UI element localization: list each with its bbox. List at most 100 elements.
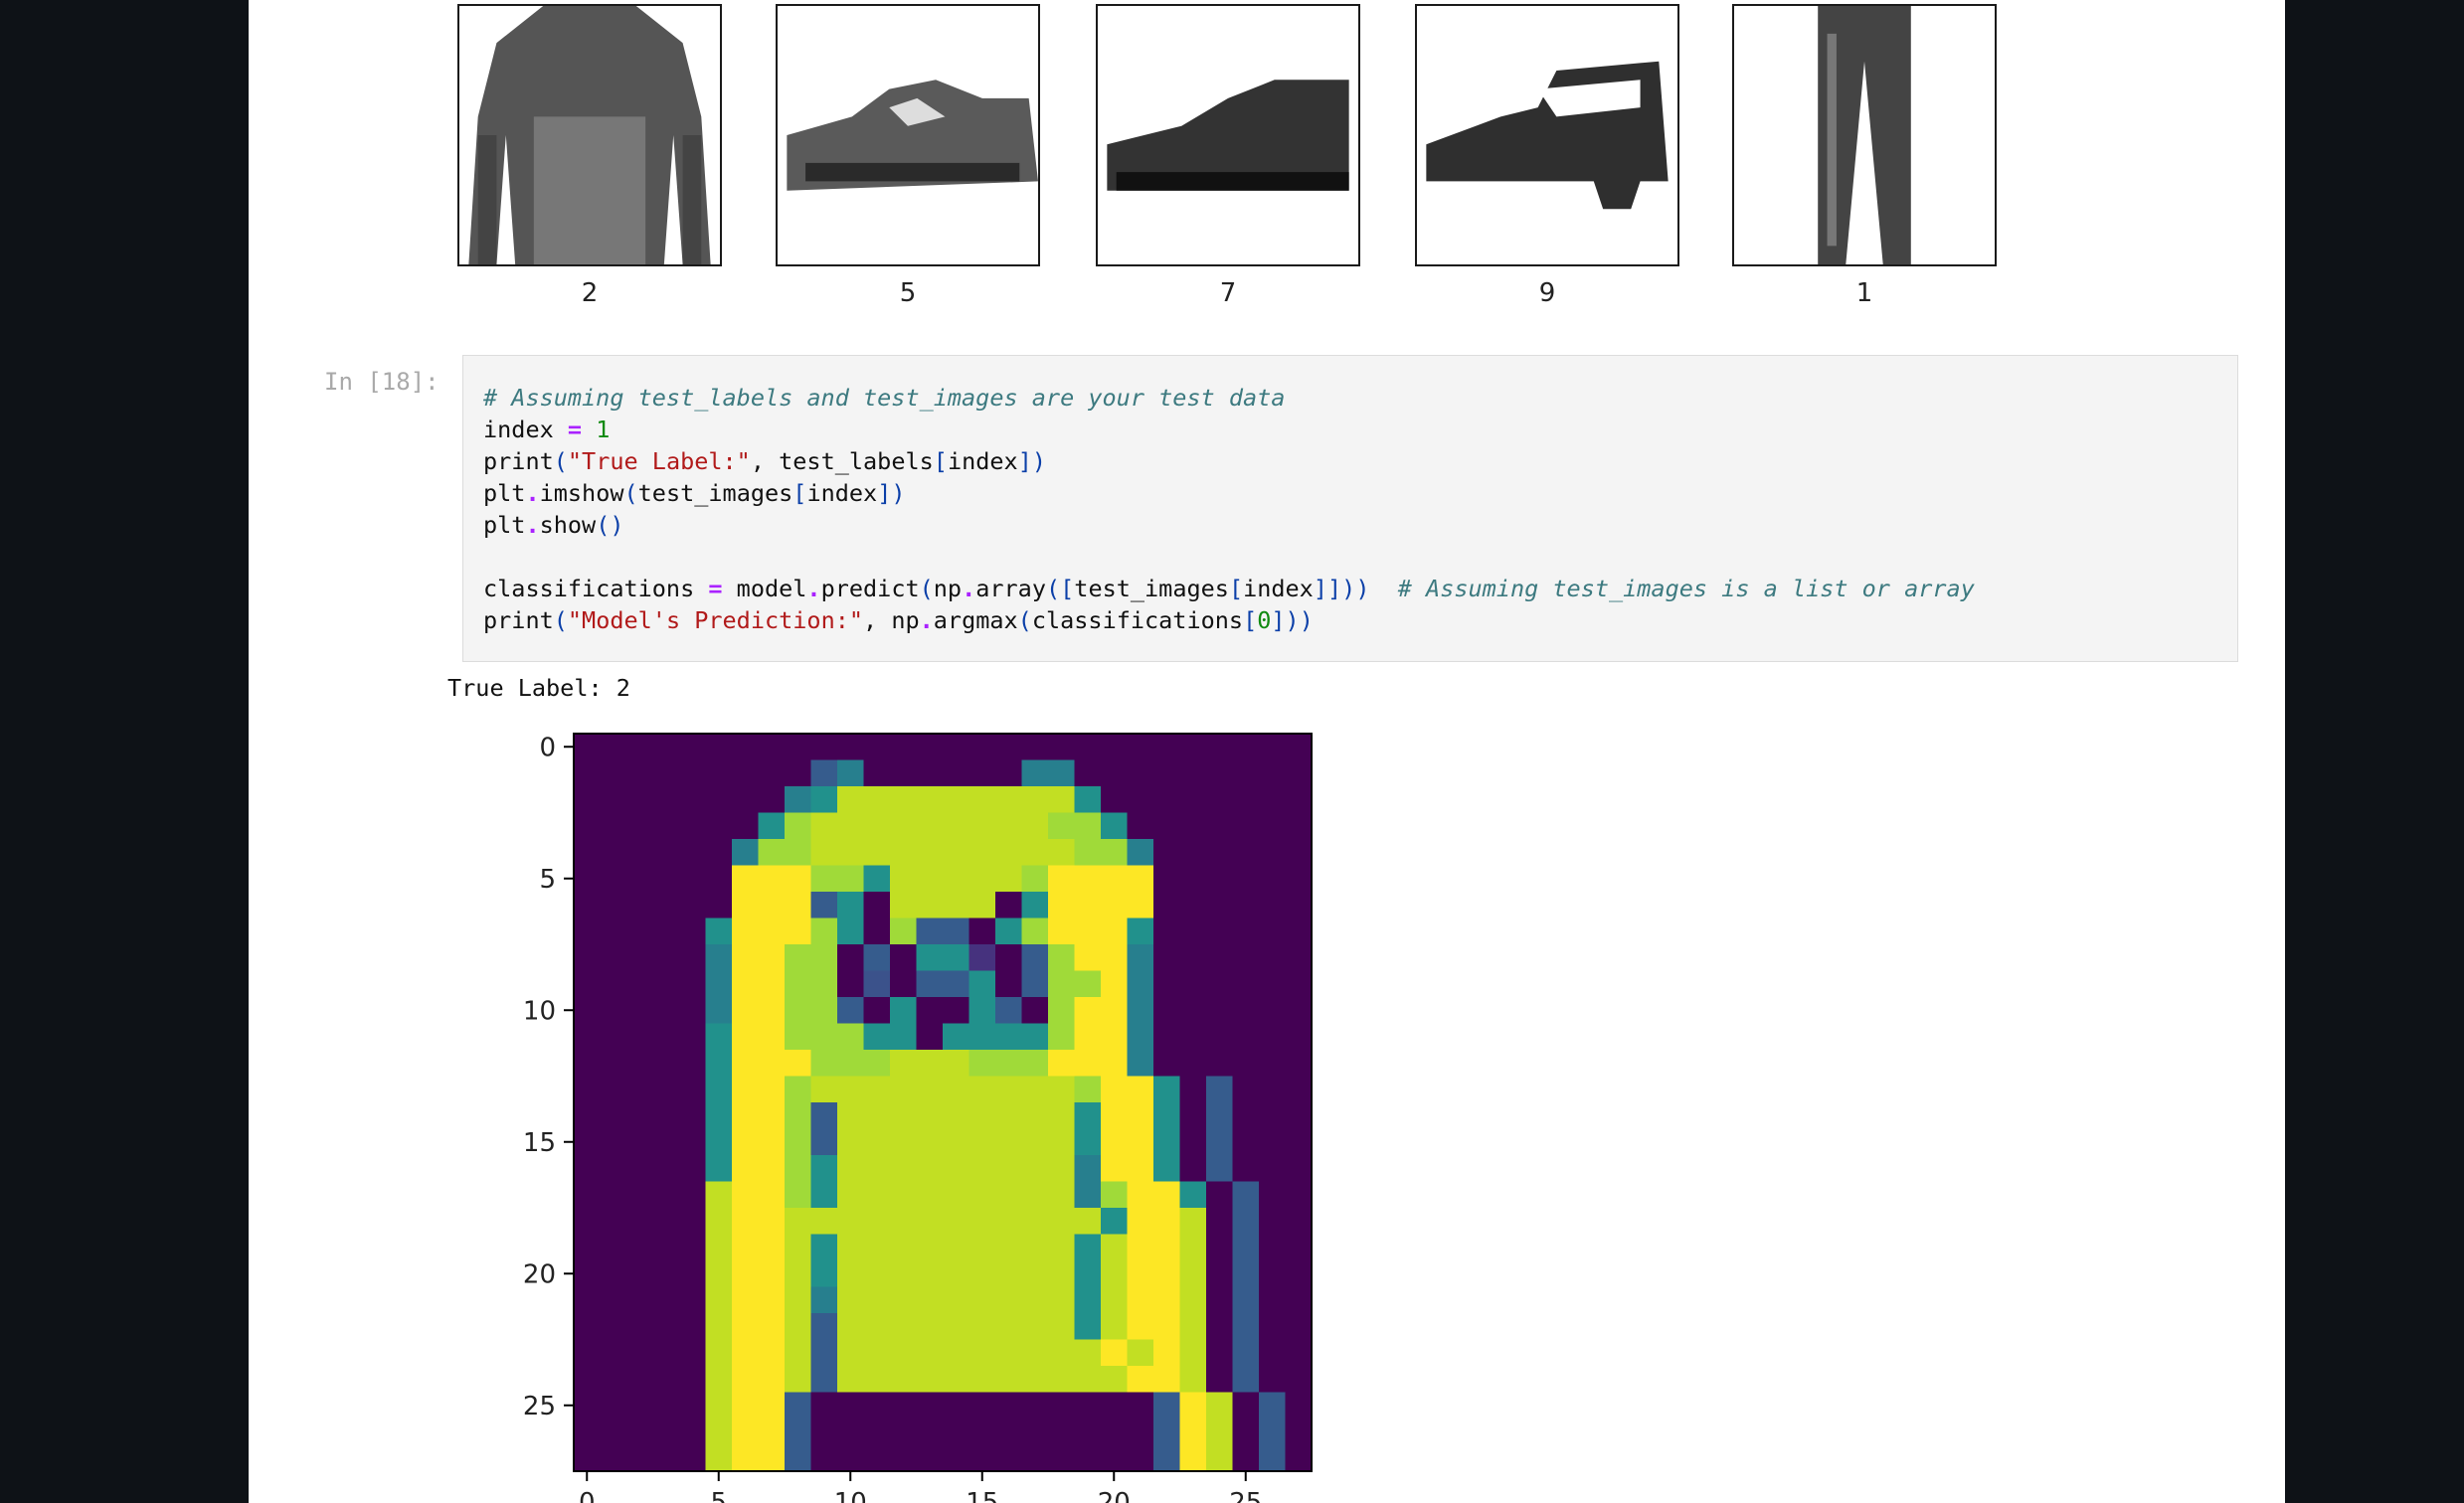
heatmap-cell xyxy=(1285,839,1313,867)
heatmap-cell xyxy=(732,1392,760,1420)
heatmap-cell xyxy=(968,786,996,814)
heatmap-cell xyxy=(652,1234,680,1261)
heatmap-cell xyxy=(1021,1392,1049,1420)
heatmap-cell xyxy=(652,1366,680,1394)
heatmap-cell xyxy=(1259,1208,1287,1236)
sweater-image xyxy=(468,6,711,264)
heatmap-cell xyxy=(1074,944,1102,972)
heatmap-cell xyxy=(1048,970,1076,998)
heatmap-cell xyxy=(1101,1102,1129,1130)
heatmap-cell xyxy=(1285,1208,1313,1236)
heatmap-cell xyxy=(1232,892,1260,919)
heatmap-cell xyxy=(890,1392,918,1420)
heatmap-cell xyxy=(732,1155,760,1183)
heatmap-cell xyxy=(890,759,918,787)
heatmap-cell xyxy=(1127,1181,1154,1209)
heatmap-cell xyxy=(1206,1392,1234,1420)
heatmap-cell xyxy=(890,1366,918,1394)
heatmap-cell xyxy=(1206,734,1234,761)
heatmap-cell xyxy=(1074,918,1102,945)
heatmap-cell xyxy=(758,1339,786,1367)
y-tick-label: 15 xyxy=(523,1128,556,1158)
heatmap-cell xyxy=(600,970,627,998)
heatmap-cell xyxy=(995,1155,1023,1183)
heatmap-cell xyxy=(574,1419,602,1446)
heatmap-cell xyxy=(626,892,654,919)
heatmap-cell xyxy=(705,1023,733,1051)
heatmap-cell xyxy=(785,1260,812,1288)
heatmap-cell xyxy=(758,1181,786,1209)
heatmap-cell xyxy=(1101,1181,1129,1209)
x-tick-label: 0 xyxy=(579,1488,596,1503)
heatmap-cell xyxy=(1048,1419,1076,1446)
heatmap-cell xyxy=(1101,759,1129,787)
heatmap-cell xyxy=(758,759,786,787)
heatmap-cell xyxy=(1021,865,1049,893)
heatmap-cell xyxy=(916,786,944,814)
heatmap-cell xyxy=(1179,944,1207,972)
heatmap-cell xyxy=(968,1076,996,1103)
heatmap-cell xyxy=(916,892,944,919)
heatmap-cell xyxy=(600,1102,627,1130)
heatmap-cell xyxy=(1127,1128,1154,1156)
heatmap-cell xyxy=(652,970,680,998)
thumbnail-trouser xyxy=(1732,4,1997,266)
heatmap-cell xyxy=(943,1260,970,1288)
heatmap-cell xyxy=(1101,1128,1129,1156)
heatmap-cell xyxy=(916,759,944,787)
heatmap-cell xyxy=(1179,1076,1207,1103)
heatmap-cell xyxy=(1074,759,1102,787)
heatmap-cell xyxy=(1259,1050,1287,1078)
code-line: print("Model's Prediction:", np.argmax(c… xyxy=(483,606,1314,634)
heatmap-cell xyxy=(863,1260,891,1288)
heatmap-cell xyxy=(890,892,918,919)
heatmap-cell xyxy=(626,1392,654,1420)
heatmap-cell xyxy=(705,1128,733,1156)
heatmap-cell xyxy=(916,1102,944,1130)
heatmap-cell xyxy=(916,865,944,893)
heatmap-cell xyxy=(863,1286,891,1314)
heatmap-cell xyxy=(652,1260,680,1288)
heatmap-cell xyxy=(1206,918,1234,945)
heatmap-cell xyxy=(705,759,733,787)
heatmap-cell xyxy=(810,786,838,814)
heatmap-cell xyxy=(705,1392,733,1420)
heatmap-cell xyxy=(1206,1339,1234,1367)
heatmap-cell xyxy=(943,839,970,867)
heatmap-cell xyxy=(758,918,786,945)
heatmap-cell xyxy=(1232,1392,1260,1420)
heatmap-cell xyxy=(916,1155,944,1183)
heatmap-cell xyxy=(1074,786,1102,814)
code-cell-editor[interactable]: # Assuming test_labels and test_images a… xyxy=(462,355,2238,662)
heatmap-cell xyxy=(890,918,918,945)
heatmap-cell xyxy=(732,1102,760,1130)
heatmap-cell xyxy=(1048,812,1076,840)
heatmap-cell xyxy=(785,1102,812,1130)
heatmap-cell xyxy=(679,918,707,945)
heatmap-cell xyxy=(758,1260,786,1288)
heatmap-cell xyxy=(785,1234,812,1261)
heatmap-cell xyxy=(837,997,865,1025)
code-text[interactable]: # Assuming test_labels and test_images a… xyxy=(483,382,1975,636)
heatmap-cell xyxy=(574,1128,602,1156)
heatmap-cell xyxy=(652,1286,680,1314)
heatmap-cell xyxy=(1179,759,1207,787)
heatmap-cell xyxy=(890,1286,918,1314)
heatmap-cell xyxy=(916,1208,944,1236)
heatmap-cell xyxy=(810,1444,838,1472)
heatmap-cell xyxy=(837,1234,865,1261)
heatmap-cell xyxy=(679,892,707,919)
heatmap-cell xyxy=(705,1234,733,1261)
heatmap-cell xyxy=(916,997,944,1025)
heatmap-cell xyxy=(705,1102,733,1130)
heatmap-cell xyxy=(1232,1102,1260,1130)
heatmap-cell xyxy=(732,892,760,919)
heatmap-cell xyxy=(1127,759,1154,787)
heatmap-cell xyxy=(600,1392,627,1420)
heatmap-cell xyxy=(1259,1102,1287,1130)
heatmap-cell xyxy=(1127,1102,1154,1130)
heatmap-cell xyxy=(705,1260,733,1288)
heatmap-cell xyxy=(679,1366,707,1394)
heatmap-cell xyxy=(916,1366,944,1394)
heatmap-cell xyxy=(1153,865,1181,893)
